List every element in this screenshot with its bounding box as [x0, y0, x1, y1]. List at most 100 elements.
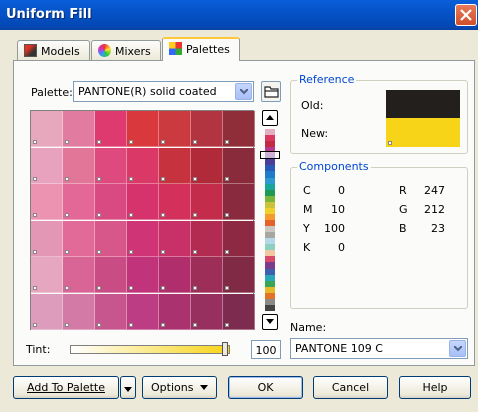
cmyk-c: C0 [303, 184, 345, 197]
name-dropdown-button[interactable] [449, 340, 466, 357]
color-swatch[interactable] [31, 293, 63, 330]
color-swatch[interactable] [63, 184, 95, 220]
color-swatch[interactable] [191, 220, 223, 257]
color-swatch[interactable] [159, 147, 191, 184]
name-label: Name: [290, 321, 327, 334]
tab-models[interactable]: Models [17, 40, 90, 60]
color-swatch[interactable] [31, 220, 63, 257]
swatch-marker [388, 141, 392, 145]
swatch-marker [225, 249, 229, 254]
swatch-marker [225, 176, 229, 181]
tint-value-input[interactable]: 100 [251, 340, 281, 359]
color-swatch[interactable] [95, 257, 127, 293]
color-swatch[interactable] [191, 111, 223, 147]
color-swatch[interactable] [95, 293, 127, 330]
color-swatch[interactable] [159, 184, 191, 220]
color-swatch[interactable] [159, 293, 191, 330]
close-button[interactable] [455, 4, 477, 26]
color-swatch[interactable] [159, 257, 191, 293]
swatch-marker [161, 213, 165, 217]
add-to-palette-button[interactable]: Add To Palette [13, 376, 119, 399]
help-button[interactable]: Help [399, 376, 471, 399]
swatch-marker [193, 322, 197, 327]
palette-strip-thumb[interactable] [260, 151, 280, 159]
color-swatch[interactable] [223, 184, 255, 220]
swatch-marker [129, 176, 133, 181]
swatch-marker [97, 140, 101, 144]
add-to-palette-menu-button[interactable] [120, 376, 136, 399]
swatch-marker [33, 213, 37, 217]
color-swatch[interactable] [191, 257, 223, 293]
options-button[interactable]: Options [142, 376, 217, 399]
tint-slider-track[interactable] [70, 345, 230, 354]
scroll-down-button[interactable] [262, 314, 278, 330]
open-palette-button[interactable] [261, 81, 281, 102]
palette-strip-color[interactable] [265, 304, 275, 312]
color-swatch[interactable] [191, 147, 223, 184]
color-swatch[interactable] [95, 184, 127, 220]
swatch-marker [65, 286, 69, 290]
color-swatch-grid[interactable] [30, 110, 255, 330]
swatch-marker [193, 213, 197, 217]
color-swatch[interactable] [31, 111, 63, 147]
color-swatch[interactable] [127, 111, 159, 147]
color-swatch[interactable] [63, 111, 95, 147]
color-swatch[interactable] [63, 147, 95, 184]
swatch-marker [225, 213, 229, 217]
swatch-marker [129, 322, 133, 327]
chevron-down-icon [199, 385, 208, 390]
color-swatch[interactable] [223, 147, 255, 184]
color-swatch[interactable] [223, 111, 255, 147]
swatch-marker [97, 286, 101, 290]
swatch-marker [161, 140, 165, 144]
rgb-b: B 23 [399, 222, 445, 235]
color-swatch[interactable] [63, 293, 95, 330]
color-swatch[interactable] [127, 147, 159, 184]
color-swatch[interactable] [223, 257, 255, 293]
color-swatch[interactable] [223, 293, 255, 330]
swatch-marker [129, 213, 133, 217]
color-swatch[interactable] [95, 147, 127, 184]
color-swatch[interactable] [95, 111, 127, 147]
swatch-marker [193, 286, 197, 290]
title-bar[interactable]: Uniform Fill [0, 0, 478, 30]
name-select-value: PANTONE 109 C [295, 342, 383, 355]
color-swatch[interactable] [31, 184, 63, 220]
palette-select[interactable]: PANTONE(R) solid coated [73, 81, 254, 102]
color-swatch[interactable] [127, 184, 159, 220]
color-swatch[interactable] [127, 293, 159, 330]
color-swatch[interactable] [31, 147, 63, 184]
color-swatch[interactable] [63, 220, 95, 257]
color-swatch[interactable] [191, 184, 223, 220]
color-swatch[interactable] [95, 220, 127, 257]
swatch-marker [161, 286, 165, 290]
color-swatch[interactable] [63, 257, 95, 293]
name-select[interactable]: PANTONE 109 C [290, 338, 468, 359]
swatch-marker [193, 140, 197, 144]
close-icon [460, 9, 472, 21]
tint-slider-thumb[interactable] [222, 342, 228, 356]
tab-mixers[interactable]: Mixers [91, 40, 161, 60]
swatch-marker [129, 140, 133, 144]
swatch-marker [33, 176, 37, 181]
swatch-marker [225, 140, 229, 144]
cancel-button[interactable]: Cancel [313, 376, 388, 399]
color-swatch[interactable] [159, 111, 191, 147]
color-swatch[interactable] [159, 220, 191, 257]
palette-select-value: PANTONE(R) solid coated [78, 85, 217, 98]
color-swatch[interactable] [127, 220, 159, 257]
ok-button[interactable]: OK [228, 376, 303, 399]
palette-strip-scroller[interactable] [260, 110, 280, 330]
swatch-marker [33, 140, 37, 144]
reference-group: Reference Old: New: [290, 73, 468, 154]
color-swatch[interactable] [223, 220, 255, 257]
swatch-marker [97, 322, 101, 327]
palette-dropdown-button[interactable] [235, 83, 252, 100]
color-swatch[interactable] [127, 257, 159, 293]
palettes-icon [169, 42, 182, 55]
tab-palettes[interactable]: Palettes [162, 37, 240, 61]
color-swatch[interactable] [31, 257, 63, 293]
scroll-up-button[interactable] [262, 110, 278, 126]
color-swatch[interactable] [191, 293, 223, 330]
reference-title: Reference [297, 73, 357, 86]
